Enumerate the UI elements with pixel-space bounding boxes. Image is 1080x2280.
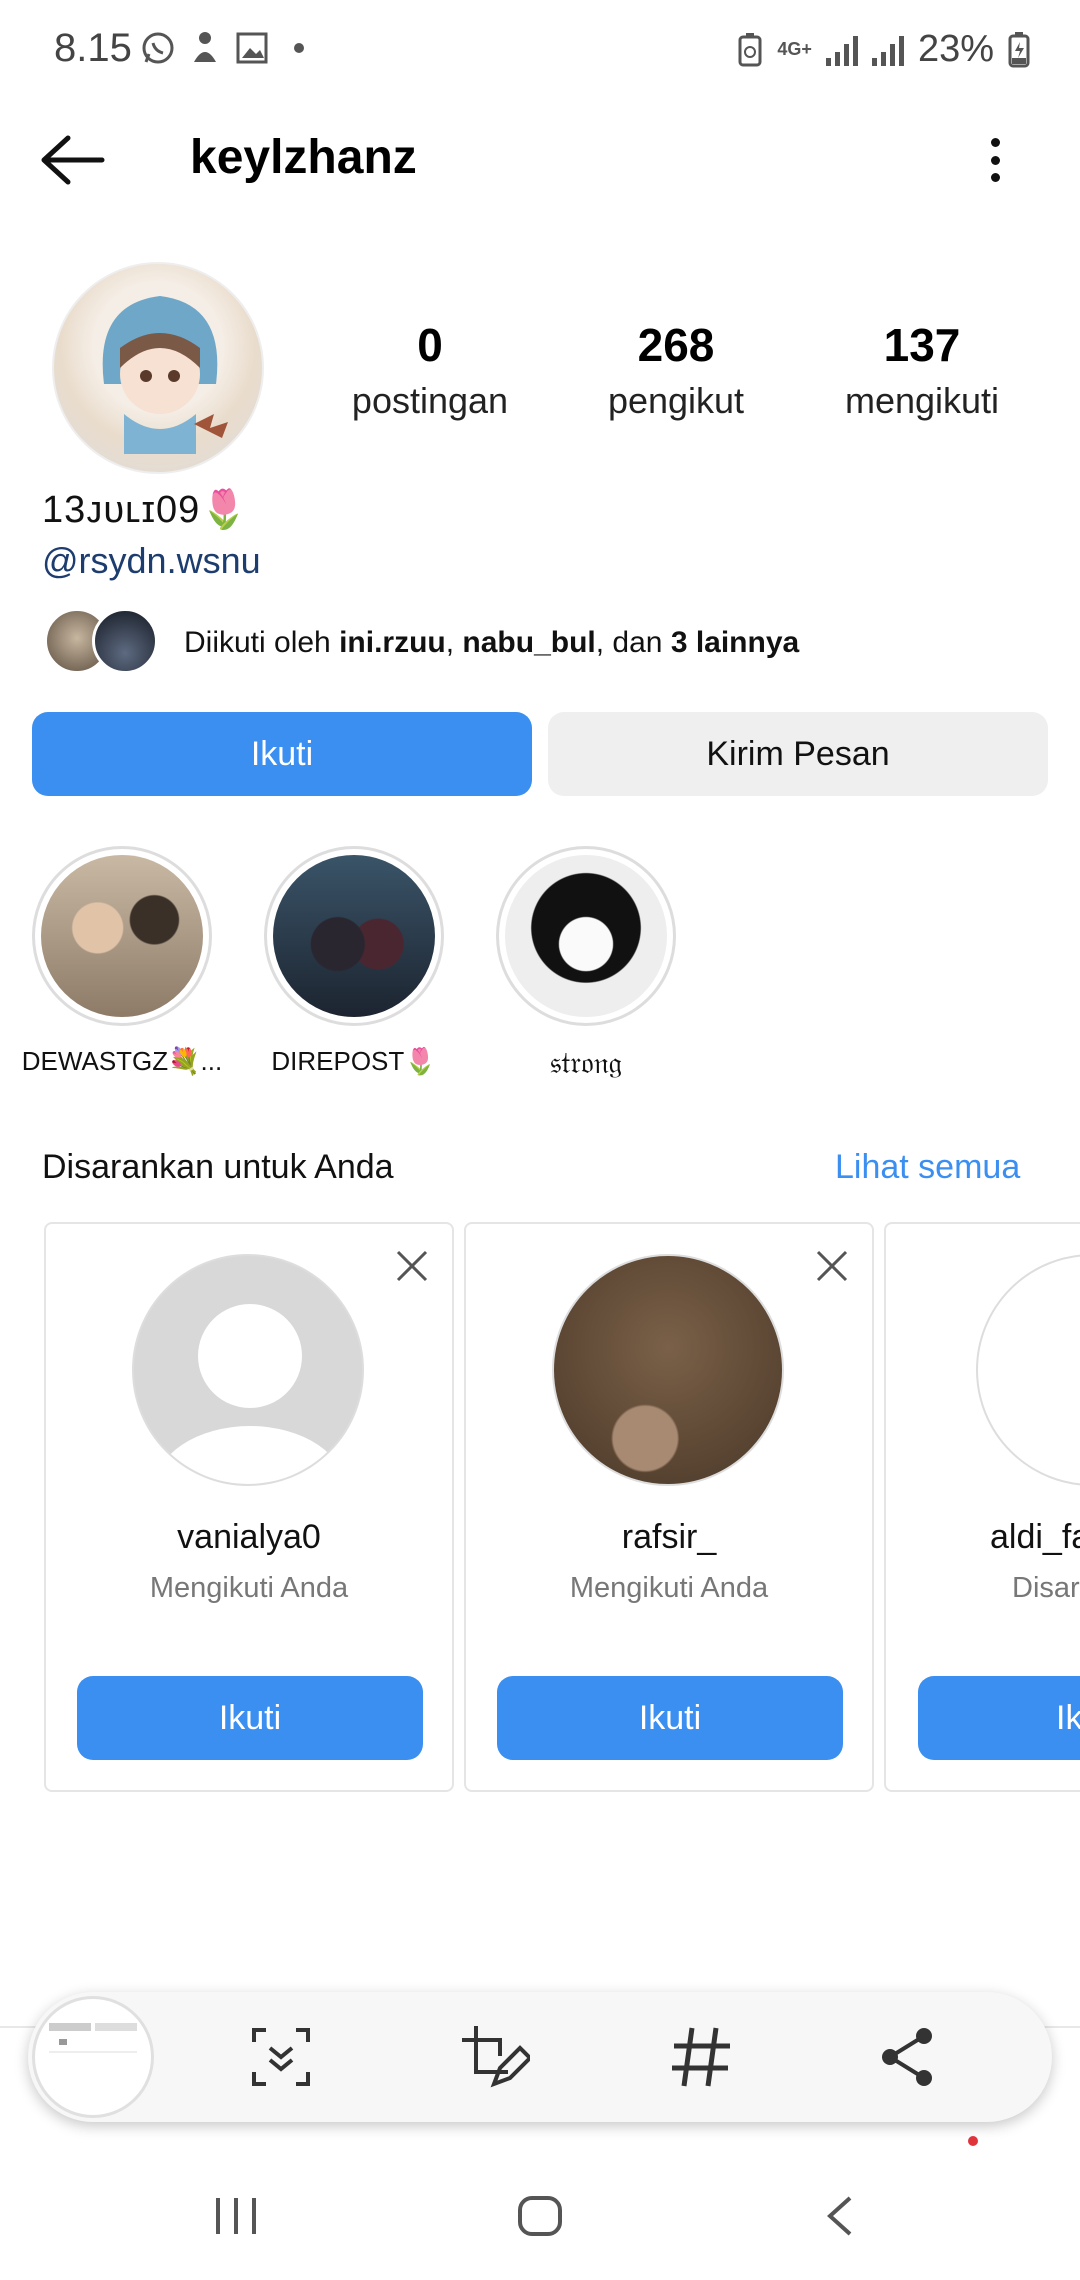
suggestion-card[interactable]: vanialya0 Mengikuti Anda Ikuti xyxy=(44,1222,454,1792)
signal-icon xyxy=(825,34,858,66)
highlight-cover xyxy=(505,855,667,1017)
bio-name: 13ᴊᴜʟɪ09🌷 xyxy=(42,489,249,531)
battery-saver-icon xyxy=(738,32,762,66)
posts-count[interactable]: 0 postingan xyxy=(320,318,540,422)
signal-icon-2 xyxy=(871,34,904,66)
following-label: mengikuti xyxy=(844,380,1000,421)
kebab-dot xyxy=(990,138,1000,147)
highlight-ring xyxy=(32,846,212,1026)
story-highlight[interactable]: 𝔰𝔱𝔯𝔬𝔫𝔤 xyxy=(470,846,702,1081)
story-highlight[interactable]: DEWASTGZ💐... xyxy=(6,846,238,1077)
suggestion-subtitle: Mengikuti Anda xyxy=(149,1572,349,1604)
followed-by-prefix: Diikuti oleh xyxy=(184,626,340,659)
kebab-dot xyxy=(990,155,1000,165)
app-notification-icon xyxy=(194,32,216,62)
followed-by-text[interactable]: Diikuti oleh ini.rzuu, nabu_bul, dan 3 l… xyxy=(184,626,799,660)
suggestion-username: aldi_fa xyxy=(990,1518,1080,1556)
followers-label: pengikut xyxy=(607,380,745,421)
highlight-ring xyxy=(496,846,676,1026)
story-highlight[interactable]: DIREPOST🌷 xyxy=(238,846,470,1077)
suggestion-follow-button[interactable]: Ikuti xyxy=(918,1676,1080,1760)
bio-mention-link[interactable]: @rsydn.wsnu xyxy=(42,540,261,582)
followers-value: 268 xyxy=(637,319,715,371)
suggestion-card[interactable]: rafsir_ Mengikuti Anda Ikuti xyxy=(464,1222,874,1792)
suggestion-card[interactable]: aldi_fa Disarankan Ikuti xyxy=(884,1222,1080,1792)
close-icon[interactable] xyxy=(812,1246,852,1286)
gallery-notification-icon xyxy=(236,32,268,64)
see-all-link[interactable]: Lihat semua xyxy=(835,1148,1020,1187)
highlight-label: DIREPOST🌷 xyxy=(271,1046,437,1076)
followed-by-sep: , xyxy=(445,626,463,659)
avatar[interactable] xyxy=(976,1254,1080,1486)
battery-percent: 23% xyxy=(917,28,994,70)
followed-by-others: 3 lainnya xyxy=(670,626,800,659)
more-notifications-dot xyxy=(294,43,304,53)
status-time: 8.15 xyxy=(54,26,132,70)
highlight-cover xyxy=(273,855,435,1017)
person-icon xyxy=(154,1304,346,1484)
page-title: keylzhanz xyxy=(190,131,417,184)
profile-avatar[interactable] xyxy=(52,262,264,474)
followers-count[interactable]: 268 pengikut xyxy=(566,318,786,422)
suggestion-username: vanialya0 xyxy=(177,1518,321,1556)
arrow-left-icon xyxy=(41,135,105,185)
home-icon[interactable] xyxy=(514,2192,566,2240)
screenshot-thumbnail[interactable] xyxy=(32,1996,154,2118)
scroll-capture-icon[interactable] xyxy=(244,2020,318,2094)
following-count[interactable]: 137 mengikuti xyxy=(812,318,1032,422)
back-nav-icon[interactable] xyxy=(820,2192,860,2240)
suggestion-subtitle: Disarankan xyxy=(1012,1572,1080,1604)
kebab-dot xyxy=(990,173,1000,182)
posts-label: postingan xyxy=(351,380,509,421)
suggestion-follow-button[interactable]: Ikuti xyxy=(77,1676,423,1760)
close-icon[interactable] xyxy=(392,1246,432,1286)
default-avatar[interactable] xyxy=(132,1254,364,1486)
more-options-button[interactable] xyxy=(970,128,1020,192)
notification-dot xyxy=(968,2136,978,2146)
avatar-illustration xyxy=(102,296,228,454)
message-button[interactable]: Kirim Pesan xyxy=(548,712,1048,796)
notification-icons xyxy=(140,30,304,66)
back-button[interactable] xyxy=(38,130,118,190)
suggestion-follow-button[interactable]: Ikuti xyxy=(497,1676,843,1760)
status-right: 4G+ 23% xyxy=(737,28,1030,71)
highlight-label: 𝔰𝔱𝔯𝔬𝔫𝔤 xyxy=(549,1046,623,1081)
followed-by-user1: ini.rzuu xyxy=(339,626,446,659)
follow-button[interactable]: Ikuti xyxy=(32,712,532,796)
battery-charging-icon xyxy=(1008,31,1030,67)
screenshot-toolbar xyxy=(28,1992,1052,2122)
highlight-ring xyxy=(264,846,444,1026)
following-value: 137 xyxy=(883,319,961,371)
whatsapp-icon xyxy=(142,32,174,64)
share-icon[interactable] xyxy=(870,2020,944,2094)
thumbnail-preview xyxy=(49,2023,137,2053)
posts-value: 0 xyxy=(417,319,443,371)
followed-by-mid: , dan xyxy=(595,626,671,659)
crop-edit-icon[interactable] xyxy=(456,2020,530,2094)
suggestion-subtitle: Mengikuti Anda xyxy=(569,1572,769,1604)
highlight-label: DEWASTGZ💐... xyxy=(21,1046,223,1076)
avatar[interactable] xyxy=(552,1254,784,1486)
highlight-cover xyxy=(41,855,203,1017)
hashtag-icon[interactable] xyxy=(664,2020,738,2094)
avatar xyxy=(92,608,158,674)
followed-by-user2: nabu_bul xyxy=(462,626,596,659)
network-type: 4G+ xyxy=(777,39,812,59)
mutual-followers-avatars[interactable] xyxy=(44,608,164,676)
suggestion-username: rafsir_ xyxy=(621,1518,717,1556)
recent-apps-icon[interactable] xyxy=(212,2194,262,2238)
suggestions-title: Disarankan untuk Anda xyxy=(42,1148,394,1186)
